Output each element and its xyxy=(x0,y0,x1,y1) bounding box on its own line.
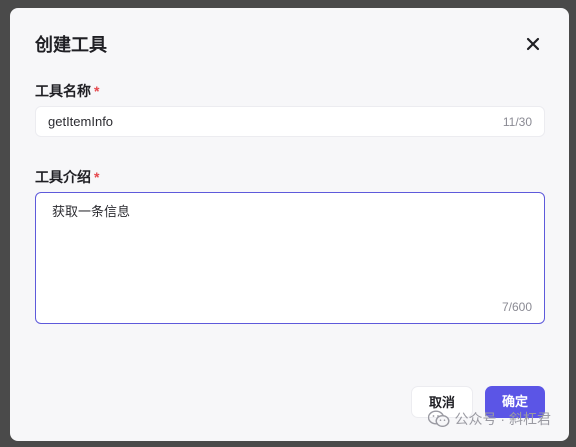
tool-description-label: 工具介绍 * xyxy=(35,168,99,186)
tool-name-input[interactable]: getItemInfo 11/30 xyxy=(35,106,545,137)
close-icon xyxy=(526,37,540,51)
dialog-title: 创建工具 xyxy=(35,35,107,55)
tool-name-value: getItemInfo xyxy=(48,114,114,129)
close-button[interactable] xyxy=(523,34,543,54)
tool-description-label-text: 工具介绍 xyxy=(35,169,91,185)
tool-name-label: 工具名称 * xyxy=(35,82,99,100)
tool-name-label-text: 工具名称 xyxy=(35,83,91,99)
tool-description-counter: 7/600 xyxy=(501,300,532,314)
tool-name-counter: 11/30 xyxy=(502,115,532,129)
tool-description-value: 获取一条信息 xyxy=(52,204,131,219)
watermark-text: 公众号 · 斜杠君 xyxy=(454,411,551,427)
required-mark: * xyxy=(94,83,100,99)
tool-description-textarea[interactable]: 获取一条信息 7/600 xyxy=(35,192,545,324)
wechat-icon xyxy=(427,410,450,428)
watermark: 公众号 · 斜杠君 xyxy=(427,409,551,429)
required-mark: * xyxy=(94,169,100,185)
create-tool-dialog: 创建工具 工具名称 * getItemInfo 11/30 工具介绍 * 获取一条信… xyxy=(10,8,569,441)
